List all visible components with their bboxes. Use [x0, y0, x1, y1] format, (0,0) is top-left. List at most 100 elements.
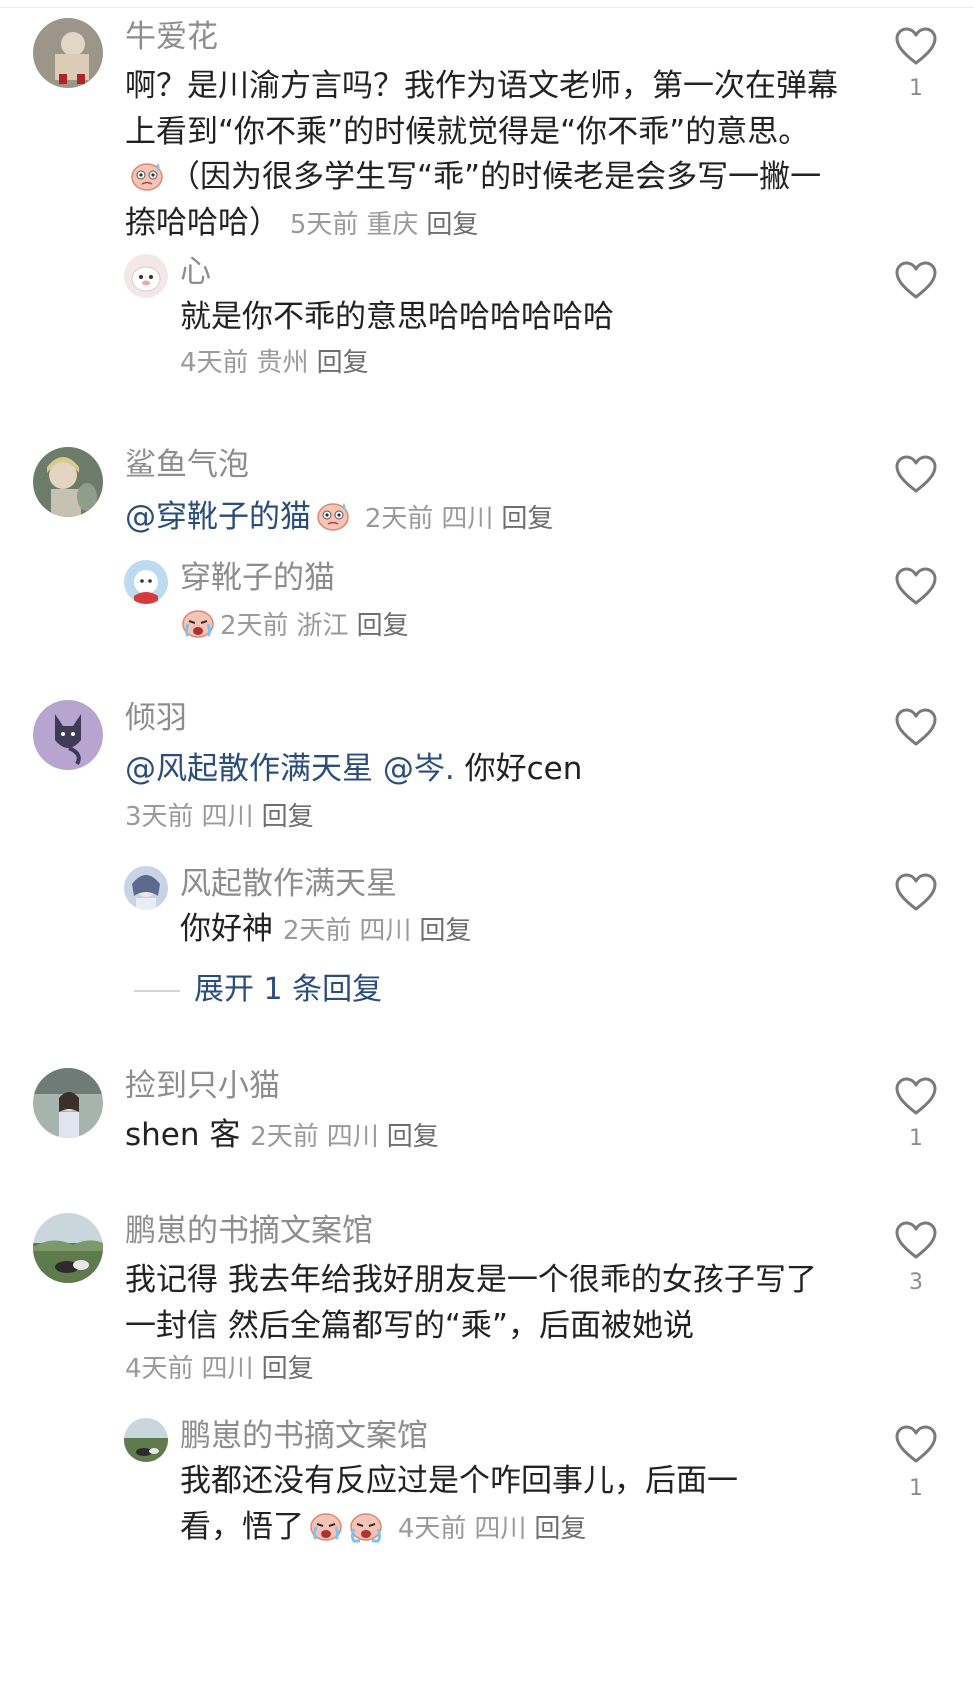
like-button[interactable]	[893, 1074, 939, 1120]
heart-outline-icon	[895, 455, 937, 493]
expand-replies-button[interactable]: 展开 1 条回复	[134, 970, 382, 1010]
reply-author[interactable]: 风起散作满天星	[180, 864, 397, 904]
like-count: 1	[909, 76, 923, 101]
comment-location: 四川	[201, 1354, 254, 1384]
comment-time: 5天前	[289, 209, 359, 240]
reply-time: 2天前	[220, 611, 289, 641]
avatar[interactable]	[124, 1418, 168, 1462]
avatar[interactable]	[33, 1213, 103, 1283]
comment-location: 四川	[441, 504, 494, 534]
like-button[interactable]	[893, 705, 939, 751]
comment-text-part: 啊？是川渝方言吗？我作为语文老师，第一次在弹幕上看到“你不乘”的时候就觉得是“你…	[125, 68, 838, 150]
avatar[interactable]	[124, 560, 168, 604]
comment-location: 四川	[326, 1122, 379, 1152]
reply-button[interactable]: 回复	[534, 1514, 586, 1544]
comment-text: 啊？是川渝方言吗？我作为语文老师，第一次在弹幕上看到“你不乘”的时候就觉得是“你…	[125, 64, 840, 248]
reply-location: 四川	[474, 1513, 527, 1544]
avatar[interactable]	[33, 1068, 103, 1138]
like-button[interactable]	[893, 1422, 939, 1468]
comment-author[interactable]: 牛爱花	[125, 17, 218, 57]
comment-time: 4天前	[125, 1354, 194, 1384]
comment-text-part: shen 客	[125, 1117, 241, 1153]
comment-time: 2天前	[364, 504, 434, 534]
heart-outline-icon	[895, 1077, 937, 1115]
heart-outline-icon	[895, 27, 937, 65]
reply-text: 我都还没有反应过是个咋回事儿，后面一看，悟了 4天前 四川 回复	[180, 1459, 770, 1552]
comment-author[interactable]: 鹏崽的书摘文案馆	[125, 1211, 373, 1251]
comment-author[interactable]: 鲨鱼气泡	[125, 445, 249, 485]
top-divider	[0, 7, 974, 8]
reply-time: 4天前	[180, 348, 249, 378]
like-button[interactable]	[893, 564, 939, 610]
mention-link[interactable]: @风起散作满天星	[125, 751, 373, 787]
reply-text: 就是你不乖的意思哈哈哈哈哈哈	[180, 299, 614, 335]
avatar[interactable]	[124, 254, 168, 298]
reply-button[interactable]: 回复	[387, 1122, 439, 1152]
comment-time: 2天前	[250, 1122, 319, 1152]
comment-meta: 2天前 四川 回复	[365, 504, 554, 534]
comment-meta: 2天前 四川 回复	[250, 1122, 439, 1152]
comment-time: 3天前	[125, 802, 194, 832]
reply-button[interactable]: 回复	[262, 1354, 314, 1384]
crying-face-emoji	[308, 1507, 344, 1543]
comment-text: shen 客 2天前 四川 回复	[125, 1113, 840, 1161]
reply-button[interactable]: 回复	[426, 210, 478, 240]
comment-text: 我记得 我去年给我好朋友是一个很乖的女孩子写了一封信 然后全篇都写的“乘”，后面…	[125, 1262, 817, 1344]
comment-author[interactable]: 倾羽	[125, 698, 187, 738]
like-button[interactable]	[893, 1218, 939, 1264]
reply-button[interactable]: 回复	[501, 504, 553, 534]
heart-outline-icon	[895, 1221, 937, 1259]
reply-author[interactable]: 心	[180, 252, 211, 292]
like-count: 1	[909, 1476, 923, 1501]
reply-button[interactable]: 回复	[419, 916, 471, 946]
avatar[interactable]	[124, 866, 168, 910]
like-button[interactable]	[893, 870, 939, 916]
like-button[interactable]	[893, 258, 939, 304]
reply-text: 你好神 2天前 四川 回复	[180, 907, 895, 955]
reply-author[interactable]: 鹏崽的书摘文案馆	[180, 1416, 428, 1456]
like-count: 1	[909, 1126, 923, 1151]
reply-button[interactable]: 回复	[262, 802, 314, 832]
reply-location: 浙江	[296, 611, 349, 641]
like-count: 3	[909, 1270, 923, 1295]
reply-meta: 4天前 贵州 回复	[180, 343, 369, 383]
mention-link[interactable]: @穿靴子的猫	[125, 499, 311, 535]
comment-meta: 4天前 四川 回复	[125, 1349, 314, 1389]
avatar[interactable]	[33, 447, 103, 517]
reply-time: 4天前	[397, 1513, 467, 1544]
reply-time: 2天前	[282, 916, 352, 946]
reply-meta: 4天前 四川 回复	[398, 1514, 587, 1544]
heart-outline-icon	[895, 708, 937, 746]
reply-location: 四川	[359, 916, 412, 946]
like-button[interactable]	[893, 24, 939, 70]
heart-outline-icon	[895, 567, 937, 605]
reply-location: 贵州	[256, 348, 309, 378]
crying-face-emoji	[348, 1507, 384, 1543]
reply-button[interactable]: 回复	[357, 611, 409, 641]
comment-text-part: 你好cen	[464, 751, 583, 787]
reply-button[interactable]: 回复	[317, 348, 369, 378]
avatar[interactable]	[33, 18, 103, 88]
comment-text: @穿靴子的猫 2天前 四川 回复	[125, 495, 840, 543]
expand-divider	[134, 989, 180, 992]
sweat-face-emoji	[315, 497, 351, 533]
comment-text: @风起散作满天星 @岑. 你好cen	[125, 747, 840, 793]
heart-outline-icon	[895, 1425, 937, 1463]
sweat-face-emoji	[129, 157, 165, 193]
like-button[interactable]	[893, 452, 939, 498]
comment-meta: 3天前 四川 回复	[125, 797, 314, 837]
reply-author[interactable]: 穿靴子的猫	[180, 558, 335, 598]
heart-outline-icon	[895, 873, 937, 911]
avatar[interactable]	[33, 700, 103, 770]
heart-outline-icon	[895, 261, 937, 299]
mention-link[interactable]: @岑.	[383, 751, 455, 787]
comment-author[interactable]: 捡到只小猫	[125, 1066, 280, 1106]
comment-location: 四川	[201, 802, 254, 832]
crying-face-emoji	[180, 604, 216, 640]
comment-location: 重庆	[366, 209, 419, 240]
reply-meta: 2天前 浙江 回复	[180, 604, 409, 646]
reply-text-part: 你好神	[180, 911, 273, 947]
comment-meta: 5天前 重庆 回复	[290, 210, 479, 240]
expand-replies-label[interactable]: 展开 1 条回复	[194, 972, 382, 1007]
reply-meta: 2天前 四川 回复	[283, 916, 472, 946]
